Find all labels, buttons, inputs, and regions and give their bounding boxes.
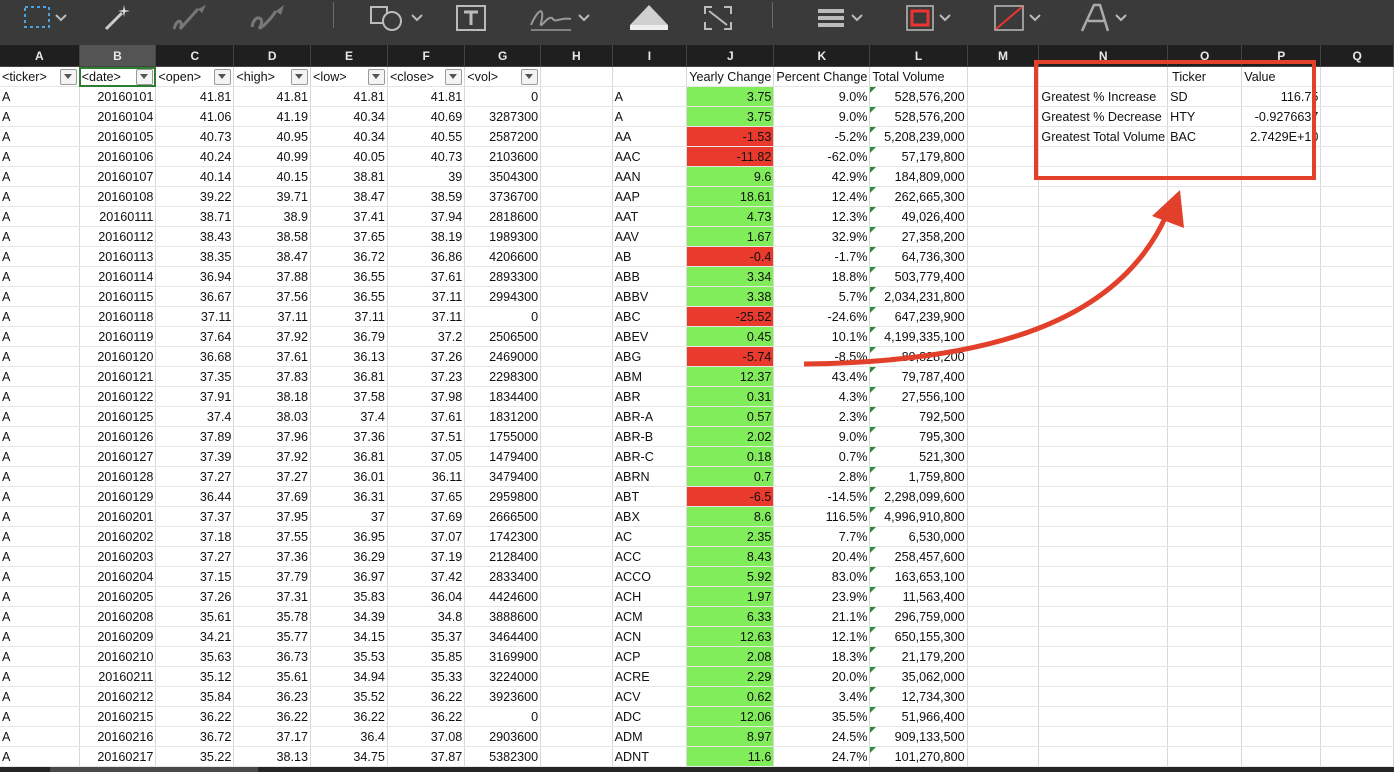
sheet-tab[interactable] — [50, 767, 258, 772]
sheet-tabs-bar — [0, 767, 1394, 772]
annotation-arrow — [803, 190, 1184, 367]
